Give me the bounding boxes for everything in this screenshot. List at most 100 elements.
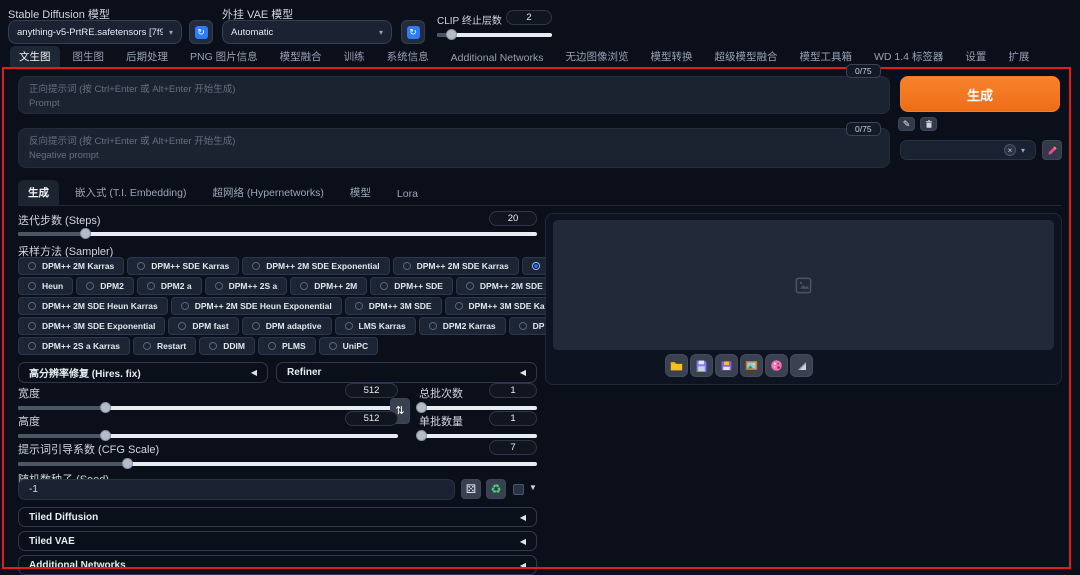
width-value[interactable]: 512	[345, 383, 398, 398]
sampler-option-label: DPM++ 2S a	[228, 281, 278, 291]
image-button[interactable]	[739, 354, 763, 377]
palette-icon	[770, 360, 782, 371]
recycle-icon: ♻	[490, 482, 502, 496]
paste-params-button[interactable]: ✎	[898, 117, 915, 131]
sampler-option-DPM++ SDE[interactable]: DPM++ SDE	[370, 277, 453, 295]
accordion-additional-networks[interactable]: Additional Networks ◀	[18, 555, 537, 575]
steps-value[interactable]: 20	[489, 211, 537, 226]
sampler-option-DPM adaptive[interactable]: DPM adaptive	[241, 317, 332, 335]
sampler-option-DPM2 Karras[interactable]: DPM2 Karras	[418, 317, 506, 335]
tab-系统信息[interactable]: 系统信息	[378, 46, 438, 67]
clear-prompt-button[interactable]	[920, 117, 937, 131]
tab-图生图[interactable]: 图生图	[64, 46, 114, 67]
prompt-textarea[interactable]: 正向提示词 (按 Ctrl+Enter 或 Alt+Enter 开始生成) Pr…	[18, 76, 890, 114]
subtab-模型[interactable]: 模型	[340, 180, 381, 205]
save-button[interactable]	[689, 354, 713, 377]
sampler-option-Heun[interactable]: Heun	[18, 277, 74, 295]
sub-tab-bar: 生成 嵌入式 (T.I. Embedding) 超网络 (Hypernetworks…	[18, 180, 1062, 206]
accordion-tiled-diffusion[interactable]: Tiled Diffusion ◀	[18, 507, 537, 527]
clip-skip-value[interactable]: 2	[506, 10, 552, 25]
radio-icon	[465, 282, 474, 290]
sampler-option-DPM++ 2M SDE Karras[interactable]: DPM++ 2M SDE Karras	[392, 257, 519, 275]
palette-button[interactable]	[764, 354, 788, 377]
tab-后期处理[interactable]: 后期处理	[117, 46, 177, 67]
tab-扩展[interactable]: 扩展	[999, 46, 1038, 67]
edit-styles-button[interactable]	[1042, 140, 1062, 160]
sampler-option-DPM++ 3M SDE Exponential[interactable]: DPM++ 3M SDE Exponential	[18, 317, 166, 335]
ruler-button[interactable]	[789, 354, 813, 377]
subtab-超网络 (Hypernetworks)[interactable]: 超网络 (Hypernetworks)	[202, 180, 333, 205]
vae-dropdown[interactable]: Automatic ▾	[222, 20, 392, 44]
tab-训练[interactable]: 训练	[335, 46, 374, 67]
sampler-option-UniPC[interactable]: UniPC	[318, 337, 379, 355]
clear-styles-icon[interactable]: ×	[1003, 144, 1016, 156]
radio-icon	[531, 262, 540, 270]
txt2img-panel: 正向提示词 (按 Ctrl+Enter 或 Alt+Enter 开始生成) Pr…	[0, 64, 1080, 575]
subtab-Lora[interactable]: Lora	[387, 183, 428, 205]
sampler-option-label: DPM2	[100, 281, 124, 291]
cfg-slider[interactable]	[18, 457, 537, 470]
styles-dropdown[interactable]: × ▾	[900, 140, 1036, 160]
sampler-option-label: Restart	[156, 341, 187, 351]
radio-icon	[28, 302, 36, 310]
refresh-sd-model-button[interactable]: ↻	[189, 20, 213, 44]
random-seed-button[interactable]: ⚄	[461, 479, 481, 499]
height-value[interactable]: 512	[345, 411, 398, 426]
sampler-option-DDIM[interactable]: DDIM	[199, 337, 255, 355]
tab-PNG 图片信息[interactable]: PNG 图片信息	[181, 46, 267, 67]
sampler-option-DPM++ 2M Karras[interactable]: DPM++ 2M Karras	[18, 257, 125, 275]
sampler-option-DPM++ 2M[interactable]: DPM++ 2M	[290, 277, 368, 295]
sampler-option-DPM++ 2M SDE Heun Exponential[interactable]: DPM++ 2M SDE Heun Exponential	[170, 297, 342, 315]
collapsed-arrow-icon: ◀	[519, 560, 526, 570]
sampler-option-DPM++ 2S a Karras[interactable]: DPM++ 2S a Karras	[18, 337, 130, 355]
archive-button[interactable]	[714, 354, 738, 377]
negative-prompt-placeholder-line1: 反向提示词 (按 Ctrl+Enter 或 Alt+Enter 开始生成)	[29, 136, 236, 147]
height-label: 高度	[18, 416, 40, 428]
refiner-accordion[interactable]: Refiner ◀	[276, 362, 537, 383]
sampler-option-DPM fast[interactable]: DPM fast	[168, 317, 239, 335]
sampler-option-DPM++ 2M SDE Exponential[interactable]: DPM++ 2M SDE Exponential	[242, 257, 390, 275]
sampler-option-DPM++ 3M SDE[interactable]: DPM++ 3M SDE	[344, 297, 442, 315]
sampler-option-LMS Karras[interactable]: LMS Karras	[334, 317, 416, 335]
folder-button[interactable]	[664, 354, 688, 377]
sampler-option-DPM2 a[interactable]: DPM2 a	[136, 277, 202, 295]
hires-fix-accordion[interactable]: 高分辨率修复 (Hires. fix) ◀	[18, 362, 268, 383]
sampler-option-DPM++ 2M SDE[interactable]: DPM++ 2M SDE	[455, 277, 553, 295]
sampler-option-label: DPM++ 2M	[314, 281, 358, 291]
radio-icon	[142, 342, 151, 350]
sampler-option-DPM2[interactable]: DPM2	[76, 277, 134, 295]
sampler-option-DPM++ 2M SDE Heun Karras[interactable]: DPM++ 2M SDE Heun Karras	[18, 297, 168, 315]
steps-slider[interactable]	[18, 227, 537, 240]
batch-size-value[interactable]: 1	[489, 411, 537, 426]
accordion-tiled-vae[interactable]: Tiled VAE ◀	[18, 531, 537, 551]
extra-seed-checkbox[interactable]	[513, 484, 524, 495]
tab-设置[interactable]: 设置	[956, 46, 995, 67]
tab-模型转换[interactable]: 模型转换	[641, 46, 701, 67]
sd-webui-window: Stable Diffusion 模型 anything-v5-PrtRE.sa…	[0, 0, 1080, 575]
tab-超级模型融合[interactable]: 超级模型融合	[705, 46, 786, 67]
tab-模型融合[interactable]: 模型融合	[271, 46, 331, 67]
sampler-option-Restart[interactable]: Restart	[132, 337, 197, 355]
result-gallery[interactable]	[553, 220, 1054, 350]
sd-model-dropdown[interactable]: anything-v5-PrtRE.safetensors [7f96a1a9c…	[8, 20, 182, 44]
sampler-option-PLMS[interactable]: PLMS	[258, 337, 316, 355]
cfg-value[interactable]: 7	[489, 440, 537, 455]
tab-无边图像浏览[interactable]: 无边图像浏览	[556, 46, 637, 67]
radio-icon	[214, 282, 223, 290]
subtab-嵌入式 (T.I. Embedding)[interactable]: 嵌入式 (T.I. Embedding)	[65, 180, 196, 205]
width-slider[interactable]	[18, 401, 398, 414]
clip-skip-slider[interactable]	[437, 28, 552, 41]
sampler-option-DPM++ 2S a[interactable]: DPM++ 2S a	[204, 277, 288, 295]
extension-accordions: Tiled Diffusion ◀ Tiled VAE ◀ Additional Net…	[18, 507, 537, 575]
generate-button[interactable]: 生成	[900, 76, 1060, 112]
tab-文生图[interactable]: 文生图	[10, 46, 60, 67]
subtab-生成[interactable]: 生成	[18, 180, 59, 205]
reuse-seed-button[interactable]: ♻	[486, 479, 506, 499]
refresh-vae-button[interactable]: ↻	[401, 20, 425, 44]
sampler-option-DPM++ SDE Karras[interactable]: DPM++ SDE Karras	[127, 257, 240, 275]
tab-Additional Networks[interactable]: Additional Networks	[442, 49, 553, 67]
archive-icon	[721, 361, 731, 371]
seed-input[interactable]: -1	[18, 479, 455, 500]
batch-count-value[interactable]: 1	[489, 383, 537, 398]
negative-prompt-textarea[interactable]: 反向提示词 (按 Ctrl+Enter 或 Alt+Enter 开始生成) Ne…	[18, 128, 890, 168]
